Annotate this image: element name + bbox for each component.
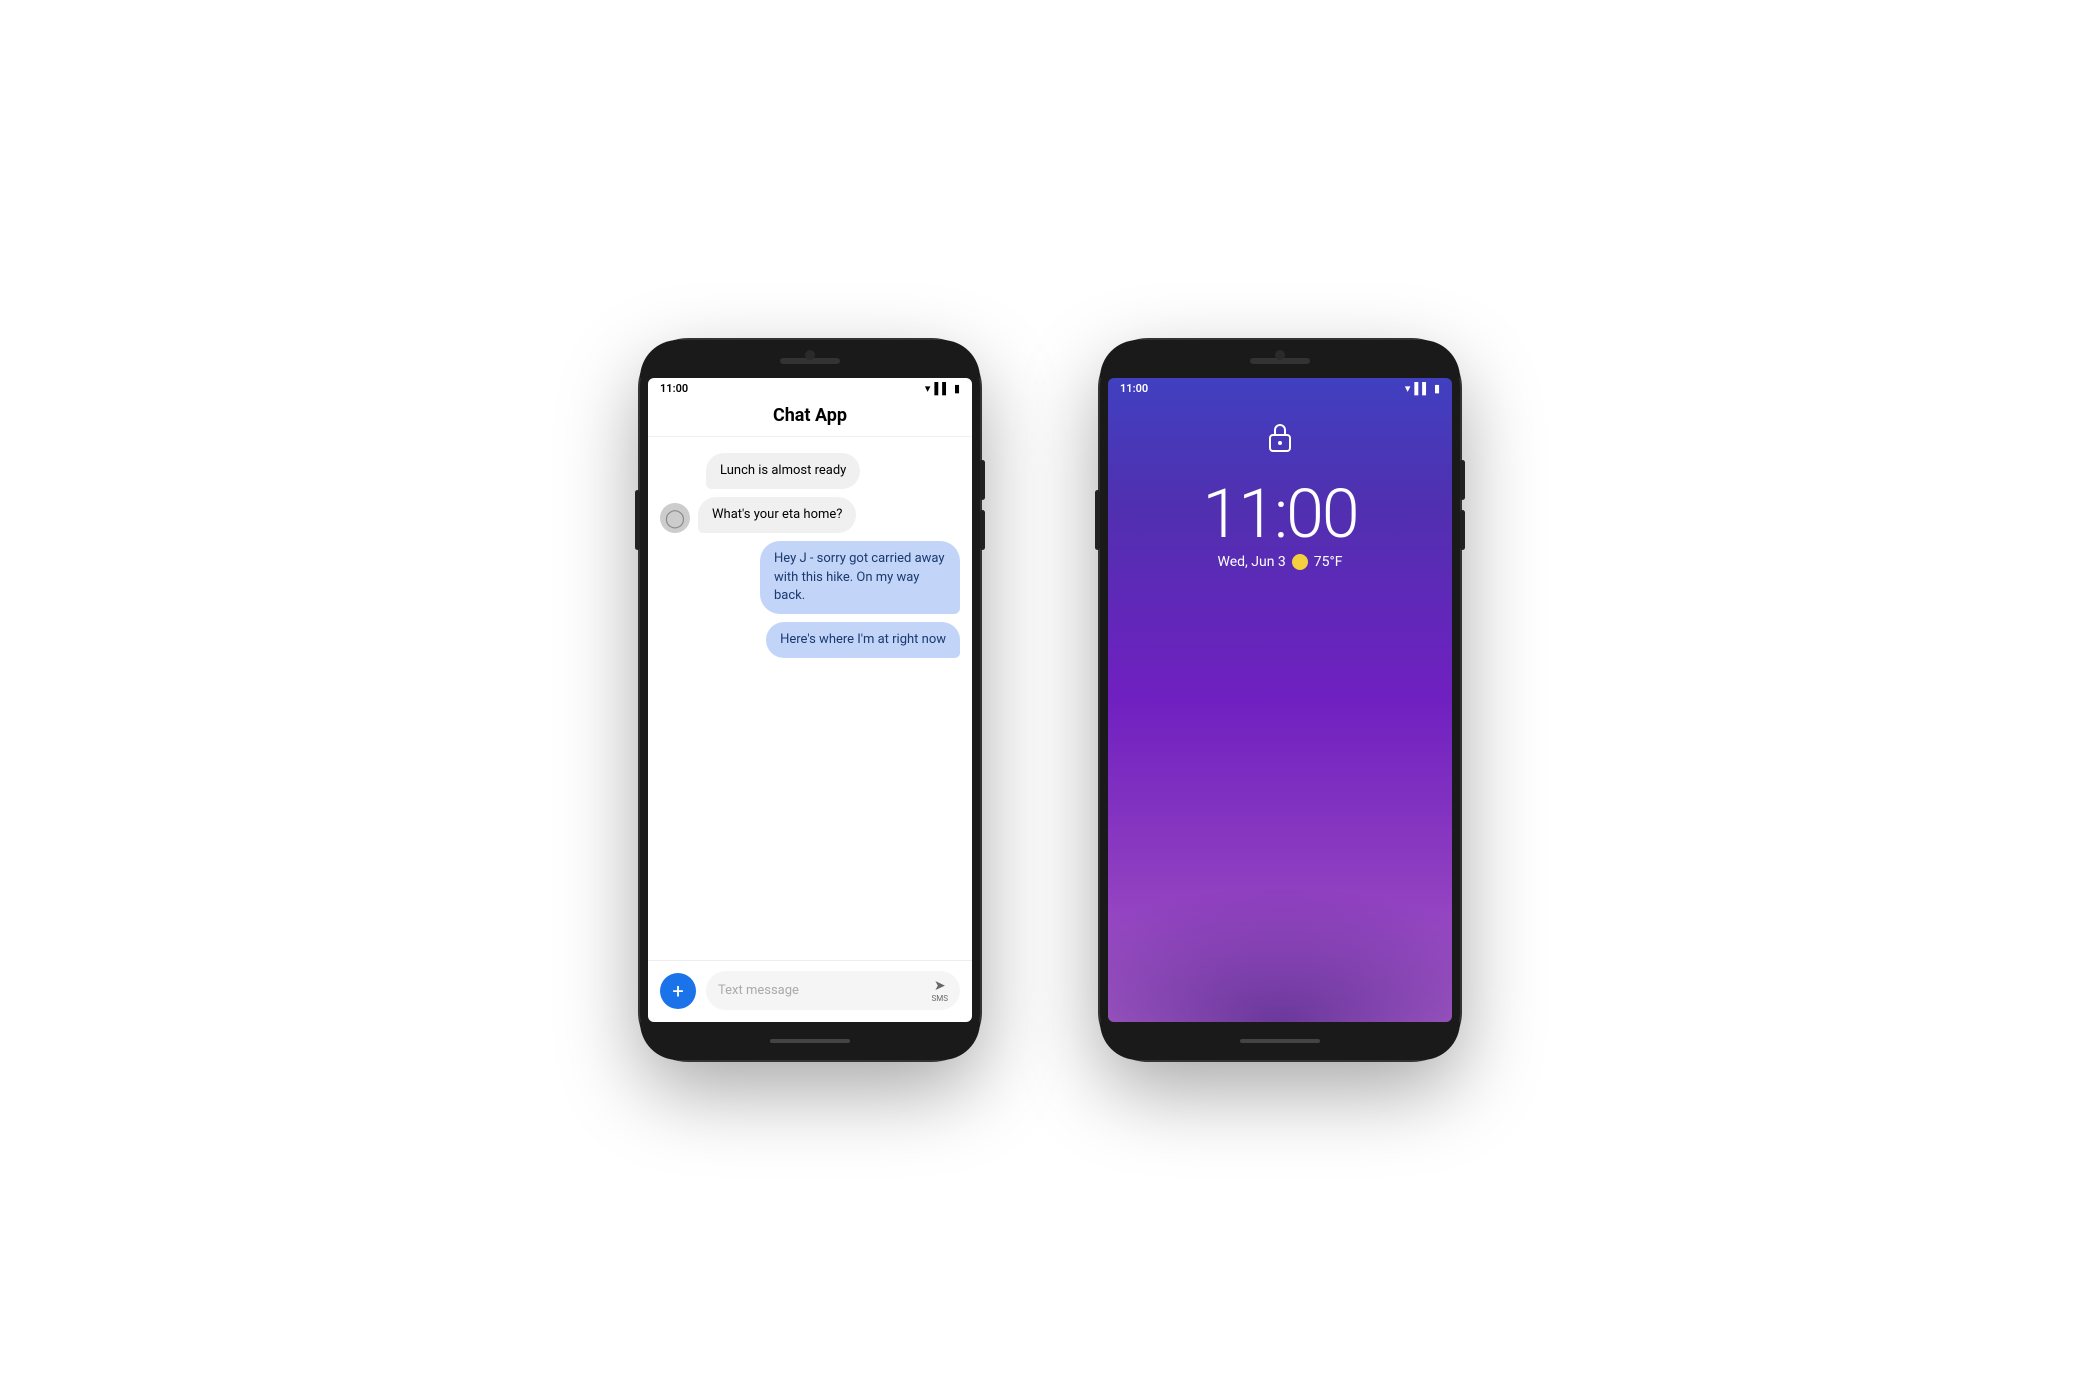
lock-hill-decoration (1108, 702, 1452, 1022)
power-button-right[interactable] (1095, 490, 1100, 550)
home-indicator-left (770, 1039, 850, 1043)
lock-wifi-icon: ▾ (1405, 382, 1411, 395)
message-text-3: Hey J - sorry got carried away with this… (774, 551, 945, 602)
phone-camera-right (1275, 350, 1285, 360)
power-button-left[interactable] (635, 490, 640, 550)
bubble-3: Hey J - sorry got carried away with this… (760, 541, 960, 614)
bubble-2: What's your eta home? (698, 497, 856, 533)
phone-top-bar-right (1100, 340, 1460, 378)
signal-icon: ▌▌ (934, 382, 950, 395)
lock-status-icons: ▾ ▌▌ ▮ (1405, 382, 1440, 395)
battery-icon: ▮ (954, 382, 960, 395)
sms-send-button[interactable]: ➤ SMS (932, 978, 948, 1003)
phone-top-bar-left (640, 340, 980, 378)
vol-up-left[interactable] (980, 460, 985, 500)
phone-bottom-bar-right (1100, 1022, 1460, 1060)
chat-input-area: + Text message ➤ SMS (648, 960, 972, 1022)
avatar-icon: ◯ (665, 508, 685, 529)
message-text-1: Lunch is almost ready (720, 463, 846, 478)
message-row-4: Here's where I'm at right now (660, 622, 960, 658)
avatar-circle: ◯ (660, 503, 690, 533)
lock-temperature: 75°F (1314, 554, 1343, 570)
chat-status-icons: ▾ ▌▌ ▮ (925, 382, 960, 395)
lock-time-display: 11:00 (1202, 480, 1357, 548)
lock-status-bar: 11:00 ▾ ▌▌ ▮ (1108, 378, 1452, 397)
lock-icon (1266, 421, 1294, 460)
lock-date: Wed, Jun 3 (1218, 554, 1286, 570)
vol-down-right[interactable] (1460, 510, 1465, 550)
bubble-4: Here's where I'm at right now (766, 622, 960, 658)
chat-status-bar: 11:00 ▾ ▌▌ ▮ (648, 378, 972, 397)
lock-screen: 11:00 ▾ ▌▌ ▮ 11:00 (1108, 378, 1452, 1022)
phone-camera-left (805, 350, 815, 360)
vol-up-right[interactable] (1460, 460, 1465, 500)
home-indicator-right (1240, 1039, 1320, 1043)
scene: 11:00 ▾ ▌▌ ▮ Chat App (640, 340, 1460, 1060)
message-text-4: Here's where I'm at right now (780, 632, 946, 647)
message-row-3: Hey J - sorry got carried away with this… (660, 541, 960, 614)
message-row-1: Lunch is almost ready (660, 453, 960, 489)
chat-header: Chat App (648, 397, 972, 437)
phone-bottom-bar-left (640, 1022, 980, 1060)
phone-right: 11:00 ▾ ▌▌ ▮ 11:00 (1100, 340, 1460, 1060)
wifi-icon: ▾ (925, 382, 931, 395)
message-text-2: What's your eta home? (712, 507, 842, 522)
chat-messages: Lunch is almost ready ◯ What's your eta … (648, 437, 972, 960)
phone-left: 11:00 ▾ ▌▌ ▮ Chat App (640, 340, 980, 1060)
lock-time-status: 11:00 (1120, 382, 1148, 395)
text-message-input[interactable]: Text message ➤ SMS (706, 971, 960, 1010)
sms-label: SMS (932, 994, 948, 1003)
add-button[interactable]: + (660, 973, 696, 1009)
bubble-1: Lunch is almost ready (706, 453, 860, 489)
chat-app-title: Chat App (773, 405, 847, 426)
weather-sun-icon (1292, 554, 1308, 570)
lock-date-weather: Wed, Jun 3 75°F (1218, 554, 1343, 570)
vol-down-left[interactable] (980, 510, 985, 550)
message-row-2: ◯ What's your eta home? (660, 497, 960, 533)
send-icon: ➤ (934, 978, 946, 994)
chat-screen: 11:00 ▾ ▌▌ ▮ Chat App (648, 378, 972, 1022)
lock-signal-icon: ▌▌ (1414, 382, 1430, 395)
lock-battery-icon: ▮ (1434, 382, 1440, 395)
text-message-placeholder: Text message (718, 983, 799, 998)
chat-time: 11:00 (660, 382, 688, 395)
